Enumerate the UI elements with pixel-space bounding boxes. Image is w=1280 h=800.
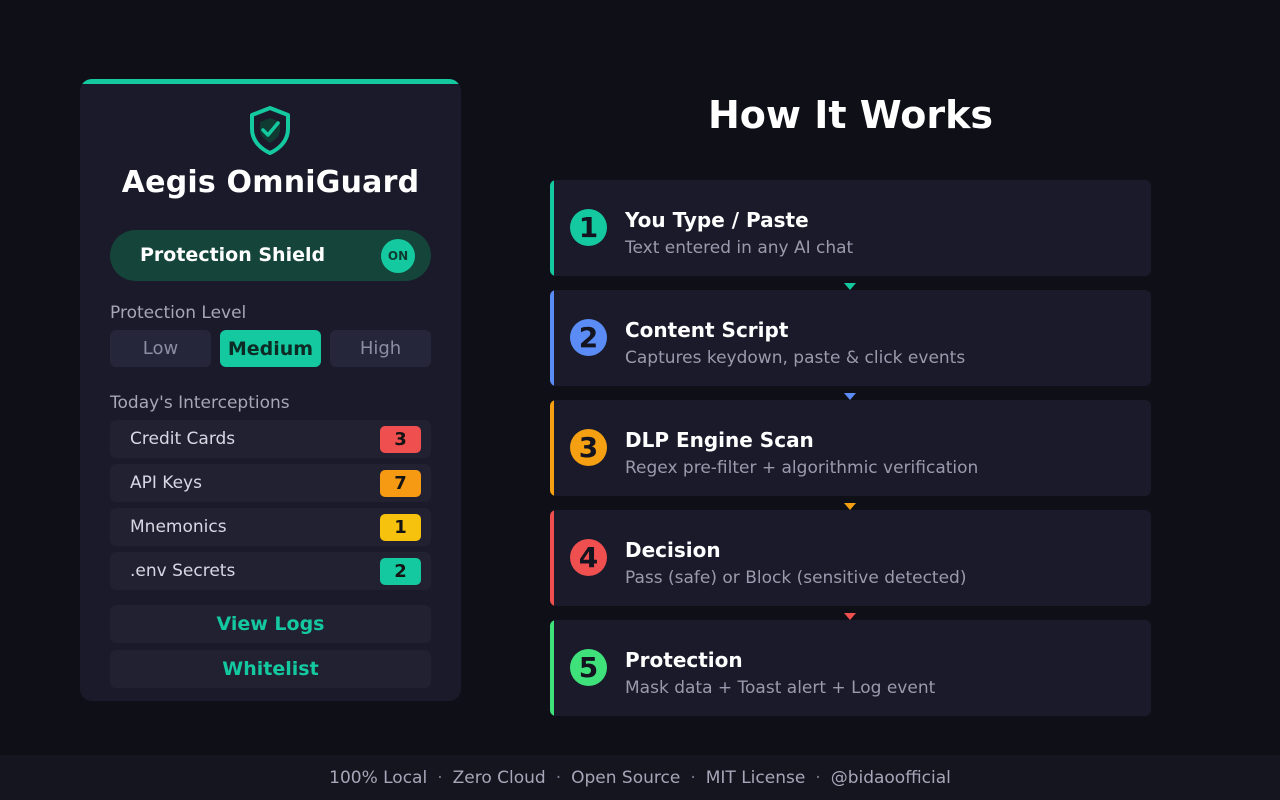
step-number-badge: 4: [570, 539, 607, 576]
step-card-1: 1 You Type / Paste Text entered in any A…: [550, 180, 1151, 276]
footer-separator: ·: [815, 767, 821, 788]
step-accent-bar: [550, 290, 554, 386]
interception-label: Mnemonics: [130, 517, 227, 537]
step-number-badge: 2: [570, 319, 607, 356]
arrow-down-icon: [844, 393, 856, 400]
footer-bar: 100% Local · Zero Cloud · Open Source · …: [0, 755, 1280, 800]
interception-label: Credit Cards: [130, 429, 236, 449]
footer-separator: ·: [555, 767, 562, 788]
protection-shield-row[interactable]: Protection Shield ON: [110, 230, 431, 281]
level-high-button[interactable]: High: [330, 330, 431, 367]
interception-row-mnemonics: Mnemonics 1: [110, 508, 431, 546]
protection-level-selector: Low Medium High: [110, 330, 431, 367]
footer-item-open-source: Open Source: [571, 767, 681, 788]
step-accent-bar: [550, 180, 554, 276]
step-title: Protection: [625, 648, 743, 672]
footer-item-local: 100% Local: [329, 767, 428, 788]
level-low-button[interactable]: Low: [110, 330, 211, 367]
step-card-5: 5 Protection Mask data + Toast alert + L…: [550, 620, 1151, 716]
step-number-badge: 1: [570, 209, 607, 246]
step-card-3: 3 DLP Engine Scan Regex pre-filter + alg…: [550, 400, 1151, 496]
panel-accent-bar: [80, 79, 461, 84]
step-accent-bar: [550, 510, 554, 606]
step-description: Pass (safe) or Block (sensitive detected…: [625, 568, 967, 588]
interception-label: API Keys: [130, 473, 202, 493]
interception-label: .env Secrets: [130, 561, 236, 581]
step-title: You Type / Paste: [625, 208, 809, 232]
interception-row-env-secrets: .env Secrets 2: [110, 552, 431, 590]
protection-shield-toggle[interactable]: ON: [381, 239, 415, 273]
step-description: Mask data + Toast alert + Log event: [625, 678, 936, 698]
footer-separator: ·: [437, 767, 443, 788]
shield-check-icon: [250, 106, 290, 155]
step-card-4: 4 Decision Pass (safe) or Block (sensiti…: [550, 510, 1151, 606]
step-card-2: 2 Content Script Captures keydown, paste…: [550, 290, 1151, 386]
step-title: Decision: [625, 538, 721, 562]
step-accent-bar: [550, 620, 554, 716]
protection-level-label: Protection Level: [110, 303, 247, 323]
interception-count-badge: 3: [380, 426, 421, 453]
arrow-down-icon: [844, 283, 856, 290]
footer-separator: ·: [690, 767, 696, 788]
how-it-works-title: How It Works: [707, 93, 994, 137]
arrow-down-icon: [844, 503, 856, 510]
step-title: Content Script: [625, 318, 789, 342]
footer-item-cloud: Zero Cloud: [452, 767, 546, 788]
footer-item-handle: @bidaoofficial: [830, 767, 951, 788]
interceptions-label: Today's Interceptions: [110, 393, 290, 413]
step-number-badge: 3: [570, 429, 607, 466]
interception-count-badge: 1: [380, 514, 421, 541]
extension-popup-panel: Aegis OmniGuard Protection Shield ON Pro…: [80, 79, 461, 701]
protection-shield-label: Protection Shield: [140, 244, 326, 266]
interception-row-api-keys: API Keys 7: [110, 464, 431, 502]
view-logs-button[interactable]: View Logs: [110, 605, 431, 643]
step-description: Captures keydown, paste & click events: [625, 348, 966, 368]
footer-item-license: MIT License: [705, 767, 806, 788]
interception-row-credit-cards: Credit Cards 3: [110, 420, 431, 458]
step-description: Regex pre-filter + algorithmic verificat…: [625, 458, 979, 478]
level-medium-button[interactable]: Medium: [220, 330, 321, 367]
step-number-badge: 5: [570, 649, 607, 686]
step-accent-bar: [550, 400, 554, 496]
interception-count-badge: 7: [380, 470, 421, 497]
arrow-down-icon: [844, 613, 856, 620]
step-description: Text entered in any AI chat: [625, 238, 854, 258]
step-title: DLP Engine Scan: [625, 428, 814, 452]
interception-count-badge: 2: [380, 558, 421, 585]
whitelist-button[interactable]: Whitelist: [110, 650, 431, 688]
app-title: Aegis OmniGuard: [121, 165, 420, 200]
